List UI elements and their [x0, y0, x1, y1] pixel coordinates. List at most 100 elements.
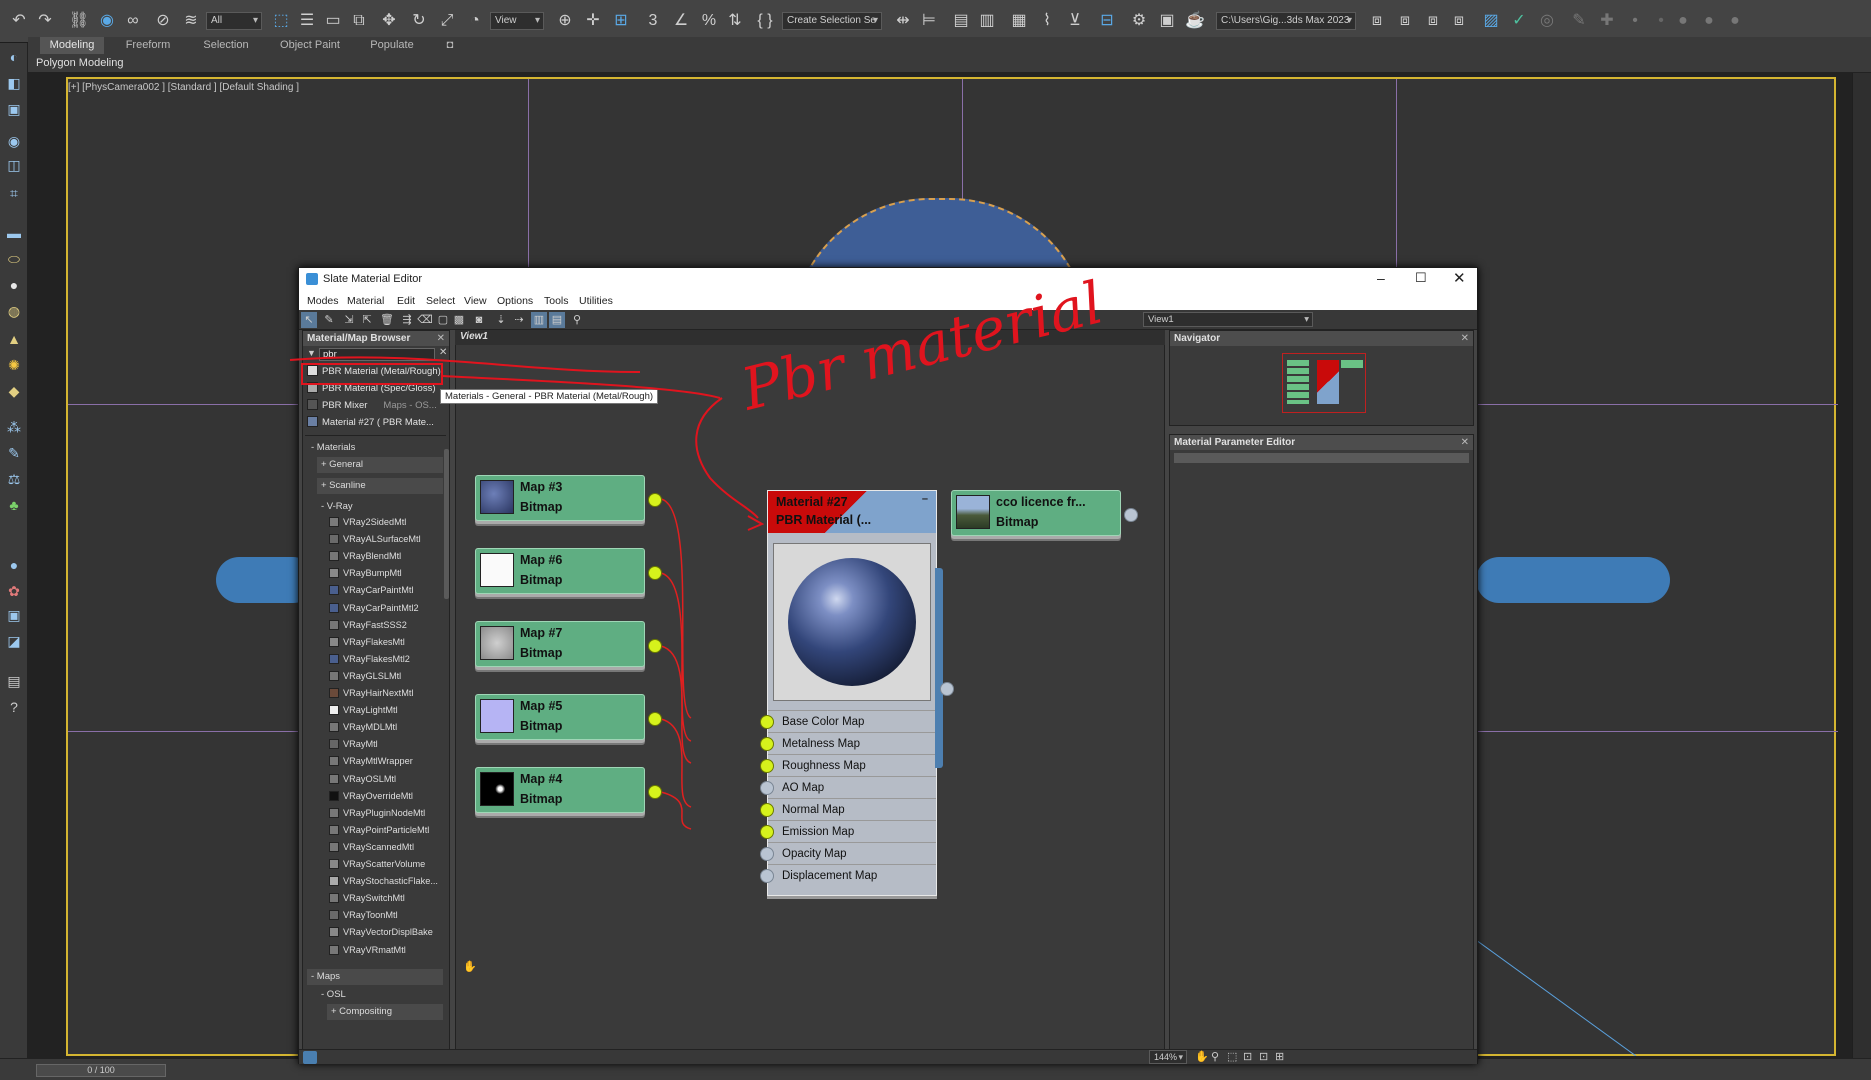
tab-object-paint[interactable]: Object Paint: [272, 37, 348, 54]
select-rotate-icon[interactable]: ↻: [406, 8, 432, 34]
pbr-material-node[interactable]: Material #27 PBR Material (... – Base Co…: [760, 490, 937, 896]
selection-filter-dropdown[interactable]: All: [206, 12, 262, 30]
ref-coord-dropdown[interactable]: View: [490, 12, 544, 30]
map-node-7[interactable]: Map #7 Bitmap: [475, 621, 645, 667]
render-frame-icon[interactable]: ▣: [4, 605, 24, 625]
keyboard-shortcut-icon[interactable]: ⊞: [608, 8, 634, 34]
select-by-name-icon[interactable]: ☰: [294, 8, 320, 34]
brush-icon[interactable]: ✎: [4, 443, 24, 463]
slot-displacement-map[interactable]: Displacement Map: [760, 864, 936, 886]
material-output-socket[interactable]: [940, 682, 954, 696]
link-icon[interactable]: ⛓: [66, 8, 92, 34]
schematic-view-icon[interactable]: ⊟: [1094, 8, 1120, 34]
project-path-dropdown[interactable]: C:\Users\Gig...3ds Max 2023: [1216, 12, 1356, 30]
mirror-icon[interactable]: ⇹: [890, 8, 916, 34]
window-crossing-icon[interactable]: ⧉: [346, 8, 372, 34]
slot-input-socket[interactable]: [760, 869, 774, 883]
slot-metalness-map[interactable]: Metalness Map: [760, 732, 936, 754]
map-node-3[interactable]: Map #3 Bitmap: [475, 475, 645, 521]
ribbon-options-icon[interactable]: ◘: [440, 37, 460, 54]
dope-sheet-icon[interactable]: ⊻: [1062, 8, 1088, 34]
slot-ao-map[interactable]: AO Map: [760, 776, 936, 798]
tab-modeling[interactable]: Modeling: [40, 37, 104, 54]
slot-emission-map[interactable]: Emission Map: [760, 820, 936, 842]
param-editor-close-icon[interactable]: ✕: [1461, 435, 1469, 450]
navigator-viewport-rect[interactable]: [1282, 353, 1366, 413]
viewport-label[interactable]: [+] [PhysCamera002 ] [Standard ] [Defaul…: [68, 82, 299, 93]
map-4-output-socket[interactable]: [648, 785, 662, 799]
collapse-icon[interactable]: –: [922, 493, 928, 505]
chain-icon[interactable]: ∞: [120, 8, 146, 34]
motion-icon[interactable]: ◉: [4, 131, 24, 151]
tab-freeform[interactable]: Freeform: [118, 37, 178, 54]
utilities-icon[interactable]: ⌗: [4, 183, 24, 203]
ribbon-toggle-icon[interactable]: ▦: [1006, 8, 1032, 34]
circle-icon-3[interactable]: ●: [1722, 8, 1748, 34]
layer-icon-4[interactable]: ⧈: [1446, 8, 1472, 34]
sphere-icon[interactable]: ●: [4, 275, 24, 295]
map-6-output-socket[interactable]: [648, 566, 662, 580]
spinner-snap-icon[interactable]: ⇅: [722, 8, 748, 34]
select-move-icon[interactable]: ✥: [376, 8, 402, 34]
map-5-output-socket[interactable]: [648, 712, 662, 726]
slot-input-socket[interactable]: [760, 781, 774, 795]
status-icon[interactable]: [303, 1051, 317, 1064]
plus-icon[interactable]: ✚: [1594, 8, 1620, 34]
material-node-header[interactable]: Material #27 PBR Material (... –: [768, 491, 936, 533]
cone-icon[interactable]: ▲: [4, 329, 24, 349]
sync-icon[interactable]: ◎: [1534, 8, 1560, 34]
map-node-5[interactable]: Map #5 Bitmap: [475, 694, 645, 740]
render-setup-icon[interactable]: ⚙: [1126, 8, 1152, 34]
redo-icon[interactable]: ↷: [32, 8, 58, 34]
particles-icon[interactable]: ⁂: [4, 417, 24, 437]
hierarchy-icon[interactable]: ▣: [4, 99, 24, 119]
layer-icon-1[interactable]: ⧈: [1364, 8, 1390, 34]
cco-map-output-socket[interactable]: [1124, 508, 1138, 522]
pan-icon[interactable]: ✋: [1195, 1050, 1209, 1063]
circle-icon-2[interactable]: ●: [1696, 8, 1722, 34]
modify-icon[interactable]: ◧: [4, 73, 24, 93]
zoom-region-icon[interactable]: ⬚: [1227, 1050, 1237, 1063]
map-3-output-socket[interactable]: [648, 493, 662, 507]
slot-input-socket[interactable]: [760, 847, 774, 861]
save-icon[interactable]: ▨: [1478, 8, 1504, 34]
move-gizmo-icon[interactable]: ✛: [580, 8, 606, 34]
check-icon[interactable]: ✓: [1506, 8, 1532, 34]
create-icon[interactable]: ◐: [4, 47, 24, 67]
rendered-frame-icon[interactable]: ▣: [1154, 8, 1180, 34]
slot-roughness-map[interactable]: Roughness Map: [760, 754, 936, 776]
undo-icon[interactable]: ↶: [6, 8, 32, 34]
spacewarp-icon[interactable]: ≋: [178, 8, 204, 34]
help-icon[interactable]: ?: [4, 697, 24, 717]
pivot-icon[interactable]: ⊕: [552, 8, 578, 34]
zoom-extents-icon[interactable]: ⊡: [1243, 1050, 1252, 1063]
slot-opacity-map[interactable]: Opacity Map: [760, 842, 936, 864]
render-icon[interactable]: ☕: [1182, 8, 1208, 34]
snap-3d-icon[interactable]: 3: [640, 8, 666, 34]
map-7-output-socket[interactable]: [648, 639, 662, 653]
display-icon[interactable]: ◫: [4, 155, 24, 175]
align-icon[interactable]: ⊨: [916, 8, 942, 34]
material-icon[interactable]: ●: [4, 555, 24, 575]
cylinder-icon[interactable]: ⬭: [4, 249, 24, 269]
light-icon[interactable]: ✺: [4, 355, 24, 375]
hand-pan-icon[interactable]: ✋: [463, 960, 477, 973]
bind-icon[interactable]: ◉: [94, 8, 120, 34]
placement-icon[interactable]: ◔: [462, 8, 488, 34]
rect-select-icon[interactable]: ▭: [320, 8, 346, 34]
slot-normal-map[interactable]: Normal Map: [760, 798, 936, 820]
cco-licence-map-node[interactable]: cco licence fr... Bitmap: [951, 490, 1121, 536]
slot-input-socket[interactable]: [760, 803, 774, 817]
layer-icon-3[interactable]: ⧈: [1420, 8, 1446, 34]
tab-populate[interactable]: Populate: [362, 37, 422, 54]
map-node-6[interactable]: Map #6 Bitmap: [475, 548, 645, 594]
slot-input-socket[interactable]: [760, 737, 774, 751]
named-selection-dropdown[interactable]: Create Selection Se: [782, 12, 882, 30]
slot-base-color-map[interactable]: Base Color Map: [760, 710, 936, 732]
geosphere-icon[interactable]: ◆: [4, 381, 24, 401]
layer-explorer-icon[interactable]: ▥: [974, 8, 1000, 34]
tab-selection[interactable]: Selection: [196, 37, 256, 54]
angle-snap-icon[interactable]: ∠: [668, 8, 694, 34]
zoom-icon[interactable]: ⚲: [1211, 1050, 1219, 1063]
layer-icon-2[interactable]: ⧈: [1392, 8, 1418, 34]
